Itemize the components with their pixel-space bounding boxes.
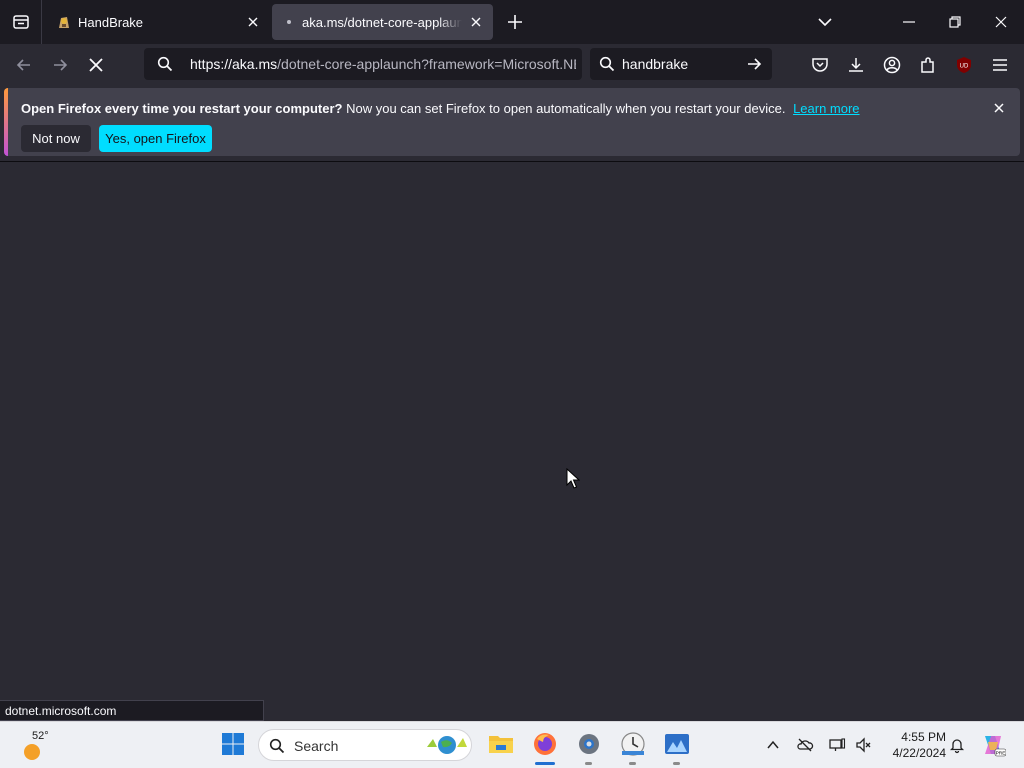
url-path: /dotnet-core-applaunch?framework=Microso… xyxy=(277,56,576,72)
weather-temperature: 52° xyxy=(32,730,49,742)
windows-taskbar: 52° Search 4:55 PM 4/22/2024 PRE xyxy=(0,721,1024,768)
weather-sun-icon xyxy=(24,744,40,760)
settings-running-indicator xyxy=(585,762,592,765)
close-tab-icon[interactable] xyxy=(246,15,260,29)
url-host: https://aka.ms xyxy=(190,56,278,72)
downloads-icon[interactable] xyxy=(846,55,866,75)
notification-accent-stripe xyxy=(4,88,8,156)
close-tab-icon[interactable] xyxy=(469,15,483,29)
page-content-area xyxy=(0,161,1024,721)
taskbar-search-box[interactable]: Search xyxy=(258,729,472,761)
ublock-icon[interactable]: UD xyxy=(954,55,974,75)
search-highlight-globe-icon xyxy=(427,736,467,754)
new-tab-icon[interactable] xyxy=(505,12,525,32)
tab-dotnet-applaunch[interactable]: aka.ms/dotnet-core-applaunch?framework=M… xyxy=(272,4,493,40)
tab-title: aka.ms/dotnet-core-applaunch?framework=M… xyxy=(302,15,462,30)
close-notification-icon[interactable] xyxy=(992,101,1006,115)
menu-icon[interactable] xyxy=(990,55,1010,75)
firefox-view-icon xyxy=(12,15,29,29)
not-now-button[interactable]: Not now xyxy=(21,125,91,152)
minimize-icon[interactable] xyxy=(900,13,918,31)
clock-time: 4:55 PM xyxy=(901,730,946,744)
system-clock[interactable]: 4:55 PM 4/22/2024 xyxy=(880,729,946,761)
search-icon xyxy=(269,738,285,754)
search-bar[interactable]: handbrake xyxy=(590,48,772,80)
forward-icon[interactable] xyxy=(50,55,70,75)
copilot-icon[interactable]: PRE xyxy=(980,732,1006,758)
svg-text:UD: UD xyxy=(960,64,969,70)
go-arrow-icon[interactable] xyxy=(746,56,762,72)
status-bar: dotnet.microsoft.com xyxy=(0,700,264,721)
tab-strip: HandBrake aka.ms/dotnet-core-applaunch?f… xyxy=(0,0,1024,44)
close-window-icon[interactable] xyxy=(992,13,1010,31)
tab-title: HandBrake xyxy=(78,15,144,30)
back-icon[interactable] xyxy=(14,55,34,75)
account-icon[interactable] xyxy=(882,55,902,75)
notification-message: Open Firefox every time you restart your… xyxy=(21,101,860,116)
mouse-cursor-icon xyxy=(566,468,580,489)
clock-running-indicator xyxy=(629,762,636,765)
clock-date: 4/22/2024 xyxy=(892,746,946,760)
url-bar[interactable]: https://aka.ms/dotnet-core-applaunch?fra… xyxy=(144,48,582,80)
firefox-view-button[interactable] xyxy=(0,0,42,44)
notifications-bell-icon[interactable] xyxy=(948,736,966,754)
loading-dot-icon xyxy=(287,20,291,24)
pocket-icon[interactable] xyxy=(810,55,830,75)
extensions-icon[interactable] xyxy=(918,55,938,75)
notification-title: Open Firefox every time you restart your… xyxy=(21,101,343,116)
onedrive-offline-icon[interactable] xyxy=(796,736,814,754)
firefox-active-indicator xyxy=(535,762,555,765)
search-label: Search xyxy=(294,738,339,754)
search-input[interactable]: handbrake xyxy=(622,56,688,72)
handbrake-favicon-icon xyxy=(59,17,69,28)
firefox-icon[interactable] xyxy=(531,730,559,758)
clock-app-icon[interactable] xyxy=(619,730,647,758)
display-icon[interactable] xyxy=(828,736,846,754)
photos-running-indicator xyxy=(673,762,680,765)
yes-open-firefox-button[interactable]: Yes, open Firefox xyxy=(99,125,212,152)
svg-text:PRE: PRE xyxy=(996,751,1006,757)
search-icon xyxy=(157,56,173,72)
restart-notification-bar: Open Firefox every time you restart your… xyxy=(4,88,1020,156)
url-text[interactable]: https://aka.ms/dotnet-core-applaunch?fra… xyxy=(190,56,576,72)
weather-widget[interactable]: 52° xyxy=(20,730,60,762)
volume-muted-icon[interactable] xyxy=(854,736,872,754)
notification-body: Now you can set Firefox to open automati… xyxy=(346,101,786,116)
photos-app-icon[interactable] xyxy=(663,730,691,758)
list-all-tabs-icon[interactable] xyxy=(816,13,834,31)
windows-start-icon[interactable] xyxy=(219,730,247,758)
restore-icon[interactable] xyxy=(946,13,964,31)
show-hidden-icons-icon[interactable] xyxy=(764,736,782,754)
settings-icon[interactable] xyxy=(575,730,603,758)
learn-more-link[interactable]: Learn more xyxy=(793,101,859,116)
tab-handbrake[interactable]: HandBrake xyxy=(44,4,270,40)
file-explorer-icon[interactable] xyxy=(487,730,515,758)
navigation-toolbar: https://aka.ms/dotnet-core-applaunch?fra… xyxy=(0,44,1024,86)
stop-loading-icon[interactable] xyxy=(86,55,106,75)
search-icon xyxy=(599,56,615,72)
